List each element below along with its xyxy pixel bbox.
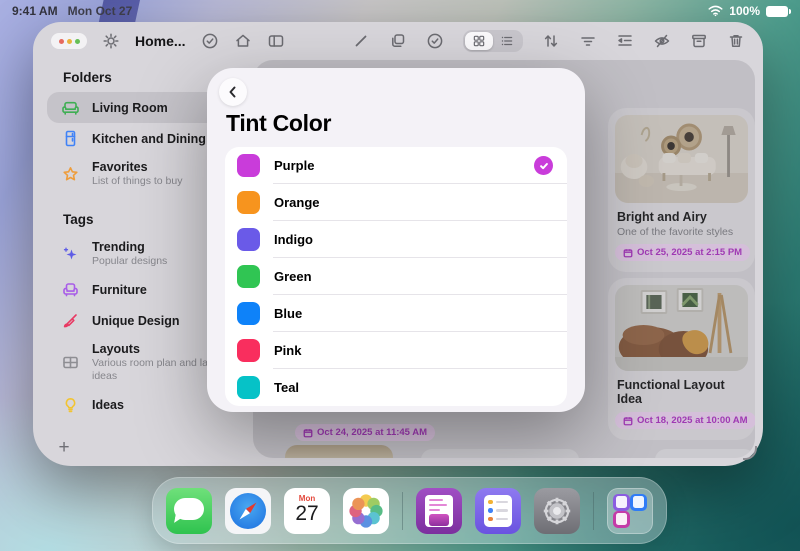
group-by-icon[interactable] xyxy=(616,32,634,50)
wifi-icon xyxy=(708,5,723,17)
color-option-green[interactable]: Green xyxy=(225,258,567,295)
sparkles-icon xyxy=(57,245,83,264)
recent-apps-group-icon[interactable] xyxy=(607,488,653,534)
back-button[interactable] xyxy=(219,78,247,106)
sidebar-item-label: Ideas xyxy=(92,398,124,412)
popup-title: Tint Color xyxy=(226,110,331,137)
dock: Mon 27 xyxy=(152,477,667,544)
sidebar-toggle-icon[interactable] xyxy=(267,32,285,50)
sidebar-item-label: Layouts xyxy=(92,342,140,356)
photos-flower-icon xyxy=(347,492,385,530)
trash-icon[interactable] xyxy=(727,32,745,50)
filter-lines-icon[interactable] xyxy=(579,32,597,50)
lightbulb-icon xyxy=(57,396,83,415)
refrigerator-icon xyxy=(57,129,83,148)
mini-app-icon xyxy=(613,511,630,528)
color-swatch xyxy=(237,339,260,362)
clock: 9:41 AM xyxy=(12,4,58,18)
dock-divider xyxy=(593,492,594,530)
home-icon[interactable] xyxy=(234,32,252,50)
grid-view-icon xyxy=(472,34,486,48)
window-toolbar: Home... xyxy=(33,22,763,60)
status-date: Mon Oct 27 xyxy=(68,4,133,18)
duplicate-icon[interactable] xyxy=(389,32,407,50)
sidebar-item-subtitle: List of things to buy xyxy=(92,175,182,188)
settings-app-icon[interactable] xyxy=(534,488,580,534)
paintbrush-icon xyxy=(57,311,83,330)
photos-app-icon[interactable] xyxy=(343,488,389,534)
color-swatch xyxy=(237,265,260,288)
sidebar-item-label: Unique Design xyxy=(92,314,180,328)
tint-color-popup: Tint Color Purple Orange Indigo Green xyxy=(207,68,585,412)
archive-icon[interactable] xyxy=(690,32,708,50)
color-option-pink[interactable]: Pink xyxy=(225,332,567,369)
calendar-app-icon[interactable]: Mon 27 xyxy=(284,488,330,534)
sidebar-item-subtitle: Popular designs xyxy=(92,255,167,268)
armchair-icon xyxy=(57,280,83,299)
markup-pencil-icon[interactable] xyxy=(352,32,370,50)
star-icon xyxy=(57,165,83,184)
couch-icon xyxy=(57,98,83,117)
color-option-teal[interactable]: Teal xyxy=(225,369,567,406)
sidebar-item-label: Furniture xyxy=(92,283,147,297)
battery-percent: 100% xyxy=(729,4,760,18)
color-swatch xyxy=(237,154,260,177)
color-option-indigo[interactable]: Indigo xyxy=(225,221,567,258)
dock-divider xyxy=(402,492,403,530)
window-title[interactable]: Home... xyxy=(135,33,186,49)
ipad-screen: 9:41 AM Mon Oct 27 100% Home... xyxy=(0,0,800,551)
color-swatch xyxy=(237,228,260,251)
color-list: Purple Orange Indigo Green Blue xyxy=(225,147,567,406)
color-swatch xyxy=(237,376,260,399)
checklist-circle-icon[interactable] xyxy=(201,32,219,50)
grid-view-button[interactable] xyxy=(465,32,493,50)
color-option-orange[interactable]: Orange xyxy=(225,184,567,221)
view-mode-segmented-control xyxy=(463,30,523,52)
sidebar-item-label: Trending xyxy=(92,240,145,254)
checklist-app-icon[interactable] xyxy=(475,488,521,534)
color-swatch xyxy=(237,191,260,214)
color-option-purple[interactable]: Purple xyxy=(225,147,567,184)
settings-gear-glyph xyxy=(540,494,574,528)
design-notes-app-icon[interactable] xyxy=(416,488,462,534)
list-view-button[interactable] xyxy=(493,32,521,50)
selected-check-icon xyxy=(534,156,553,175)
select-circle-icon[interactable] xyxy=(426,32,444,50)
color-option-blue[interactable]: Blue xyxy=(225,295,567,332)
battery-icon xyxy=(766,6,788,17)
messages-app-icon[interactable] xyxy=(166,488,212,534)
sort-arrows-icon[interactable] xyxy=(542,32,560,50)
mini-app-icon xyxy=(613,494,630,511)
status-bar: 9:41 AM Mon Oct 27 100% xyxy=(0,0,800,22)
mini-app-icon xyxy=(630,494,647,511)
layout-grid-icon xyxy=(57,353,83,372)
color-swatch xyxy=(237,302,260,325)
list-view-icon xyxy=(500,34,514,48)
sidebar-item-label: Living Room xyxy=(92,101,168,115)
safari-app-icon[interactable] xyxy=(225,488,271,534)
chevron-left-icon xyxy=(227,86,239,98)
settings-gear-icon[interactable] xyxy=(102,32,120,50)
window-controls[interactable] xyxy=(51,33,87,49)
hide-eye-icon[interactable] xyxy=(653,32,671,50)
sidebar-item-label: Favorites xyxy=(92,160,148,174)
add-folder-button[interactable]: + xyxy=(53,438,75,460)
